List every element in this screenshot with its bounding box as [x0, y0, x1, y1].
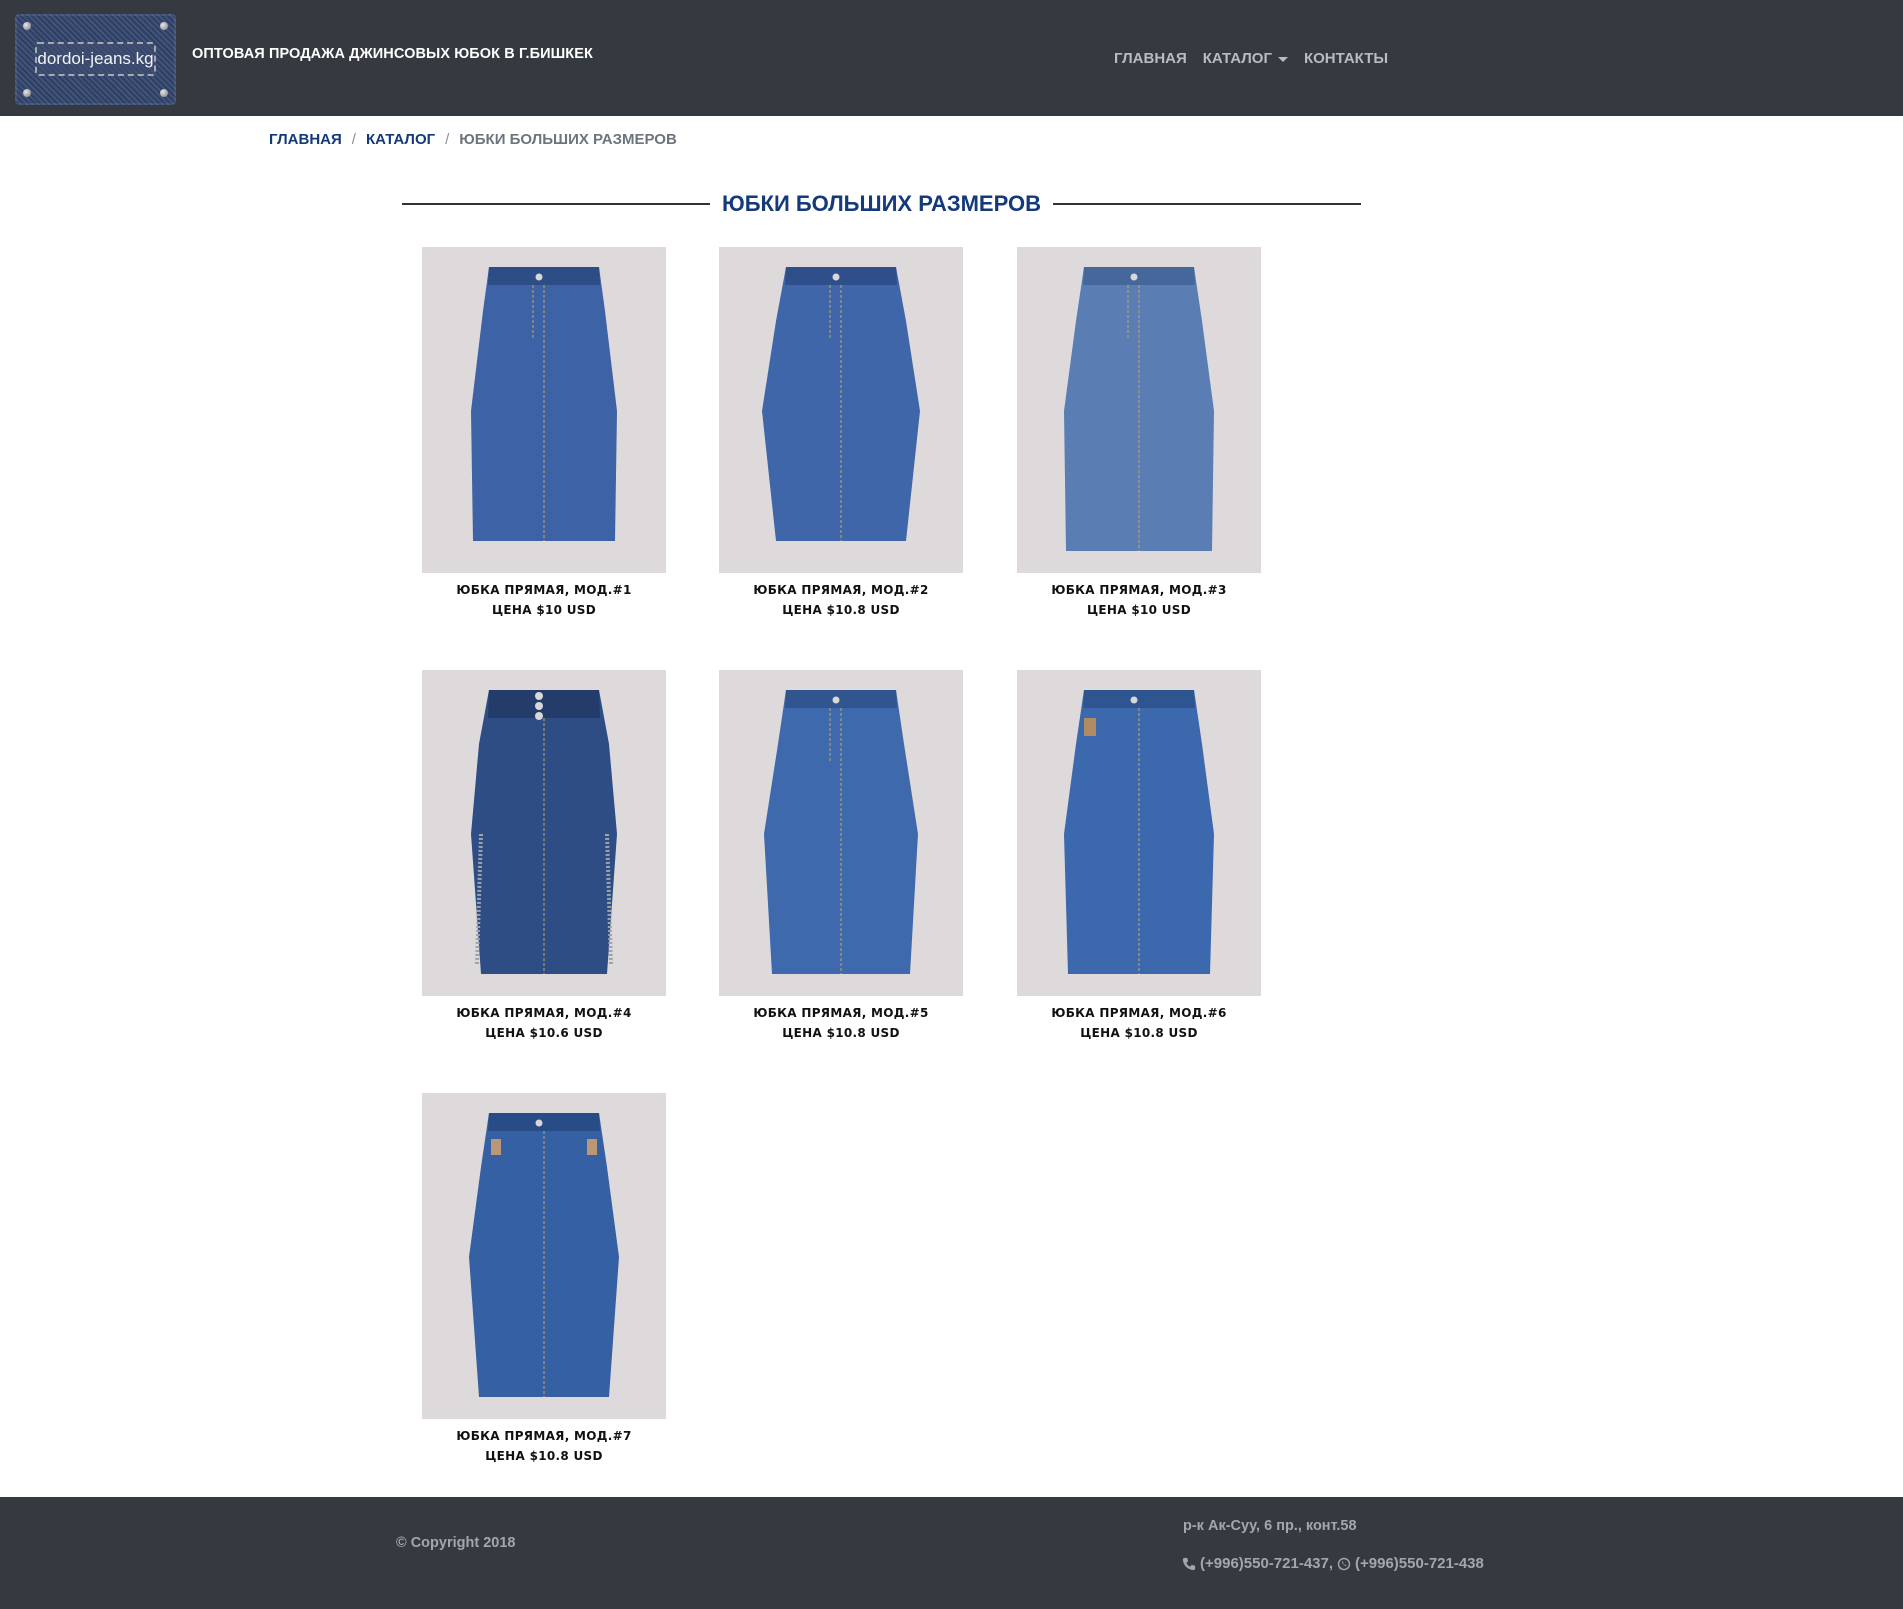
- product-name[interactable]: ЮБКА ПРЯМАЯ, МОД.#7: [422, 1429, 666, 1443]
- phone-number-1[interactable]: (+996)550-721-437,: [1200, 1555, 1333, 1572]
- site-logo[interactable]: dordoi-jeans.kg: [15, 14, 176, 105]
- section-heading: ЮБКИ БОЛЬШИХ РАЗМЕРОВ: [402, 189, 1362, 219]
- product-name[interactable]: ЮБКА ПРЯМАЯ, МОД.#5: [719, 1006, 963, 1020]
- phone-number-2[interactable]: (+996)550-721-438: [1355, 1555, 1484, 1572]
- product-name[interactable]: ЮБКА ПРЯМАЯ, МОД.#3: [1017, 583, 1261, 597]
- product-price: ЦЕНА $10.8 USD: [1080, 1026, 1198, 1040]
- site-footer: © Copyright 2018 р-к Ак-Суу, 6 пр., конт…: [0, 1497, 1903, 1609]
- nav-catalog-dropdown[interactable]: КАТАЛОГ: [1203, 50, 1288, 67]
- breadcrumb-catalog-link[interactable]: КАТАЛОГ: [366, 131, 435, 148]
- skirt-shape: [762, 267, 920, 541]
- product-name[interactable]: ЮБКА ПРЯМАЯ, МОД.#2: [719, 583, 963, 597]
- product-card[interactable]: ЮБКА ПРЯМАЯ, МОД.#4 ЦЕНА $10.6 USD: [422, 670, 666, 1040]
- product-price: ЦЕНА $10 USD: [1086, 603, 1191, 617]
- skirt-image-4: [471, 690, 617, 974]
- product-price: ЦЕНА $10.8 USD: [782, 603, 900, 617]
- product-card[interactable]: ЮБКА ПРЯМАЯ, МОД.#7 ЦЕНА $10.8 USD: [422, 1093, 666, 1463]
- product-card[interactable]: ЮБКА ПРЯМАЯ, МОД.#2 ЦЕНА $10.8 USD: [719, 247, 963, 617]
- product-price: ЦЕНА $10 USD: [491, 603, 596, 617]
- product-image[interactable]: [1017, 670, 1261, 996]
- breadcrumb-separator: /: [445, 131, 450, 148]
- site-title: ОПТОВАЯ ПРОДАЖА ДЖИНСОВЫХ ЮБОК В Г.БИШКЕ…: [192, 46, 593, 62]
- skirt-shape: [764, 690, 918, 974]
- breadcrumb-separator: /: [351, 131, 356, 148]
- product-image[interactable]: [422, 1093, 666, 1419]
- heading-divider-left: [402, 203, 711, 205]
- whatsapp-icon: [1337, 1557, 1351, 1570]
- skirt-shape: [469, 1113, 619, 1397]
- nav-home-link[interactable]: ГЛАВНАЯ: [1114, 50, 1187, 67]
- footer-phones: (+996)550-721-437, (+996)550-721-438: [1182, 1555, 1484, 1572]
- phone-icon: [1182, 1557, 1196, 1570]
- product-image[interactable]: [1017, 247, 1261, 573]
- logo-plate: dordoi-jeans.kg: [35, 42, 156, 76]
- footer-address: р-к Ак-Суу, 6 пр., конт.58: [1183, 1518, 1357, 1534]
- main-nav: ГЛАВНАЯ КАТАЛОГ КОНТАКТЫ: [1114, 50, 1388, 67]
- product-card[interactable]: ЮБКА ПРЯМАЯ, МОД.#6 ЦЕНА $10.8 USD: [1017, 670, 1261, 1040]
- page-title: ЮБКИ БОЛЬШИХ РАЗМЕРОВ: [722, 191, 1041, 216]
- product-name[interactable]: ЮБКА ПРЯМАЯ, МОД.#4: [422, 1006, 666, 1020]
- skirt-image-2: [762, 267, 920, 541]
- product-name[interactable]: ЮБКА ПРЯМАЯ, МОД.#1: [422, 583, 666, 597]
- product-price: ЦЕНА $10.8 USD: [485, 1449, 603, 1463]
- rivet-icon: [160, 22, 168, 30]
- skirt-image-3: [1064, 267, 1214, 551]
- product-image[interactable]: [719, 247, 963, 573]
- skirt-shape: [471, 267, 617, 541]
- product-card[interactable]: ЮБКА ПРЯМАЯ, МОД.#1 ЦЕНА $10 USD: [422, 247, 666, 617]
- product-card[interactable]: ЮБКА ПРЯМАЯ, МОД.#3 ЦЕНА $10 USD: [1017, 247, 1261, 617]
- top-navbar: dordoi-jeans.kg ОПТОВАЯ ПРОДАЖА ДЖИНСОВЫ…: [0, 0, 1903, 116]
- heading-divider-right: [1053, 203, 1362, 205]
- skirt-image-6: [1064, 690, 1214, 974]
- breadcrumb: ГЛАВНАЯ / КАТАЛОГ / ЮБКИ БОЛЬШИХ РАЗМЕРО…: [269, 131, 677, 148]
- product-price: ЦЕНА $10.6 USD: [485, 1026, 603, 1040]
- caret-down-icon: [1277, 56, 1288, 62]
- skirt-shape: [1064, 267, 1214, 551]
- nav-contacts-link[interactable]: КОНТАКТЫ: [1304, 50, 1388, 67]
- product-image[interactable]: [719, 670, 963, 996]
- product-image[interactable]: [422, 670, 666, 996]
- logo-text: dordoi-jeans.kg: [37, 49, 154, 68]
- skirt-image-1: [471, 267, 617, 541]
- product-price: ЦЕНА $10.8 USD: [782, 1026, 900, 1040]
- skirt-image-7: [469, 1113, 619, 1397]
- product-name[interactable]: ЮБКА ПРЯМАЯ, МОД.#6: [1017, 1006, 1261, 1020]
- breadcrumb-current: ЮБКИ БОЛЬШИХ РАЗМЕРОВ: [459, 131, 677, 148]
- product-image[interactable]: [422, 247, 666, 573]
- rivet-icon: [23, 22, 31, 30]
- copyright: © Copyright 2018: [396, 1535, 516, 1551]
- nav-catalog-label: КАТАЛОГ: [1202, 50, 1272, 67]
- skirt-image-5: [764, 690, 918, 974]
- rivet-icon: [160, 89, 168, 97]
- skirt-shape: [471, 690, 617, 974]
- product-card[interactable]: ЮБКА ПРЯМАЯ, МОД.#5 ЦЕНА $10.8 USD: [719, 670, 963, 1040]
- rivet-icon: [23, 89, 31, 97]
- breadcrumb-home-link[interactable]: ГЛАВНАЯ: [269, 131, 342, 148]
